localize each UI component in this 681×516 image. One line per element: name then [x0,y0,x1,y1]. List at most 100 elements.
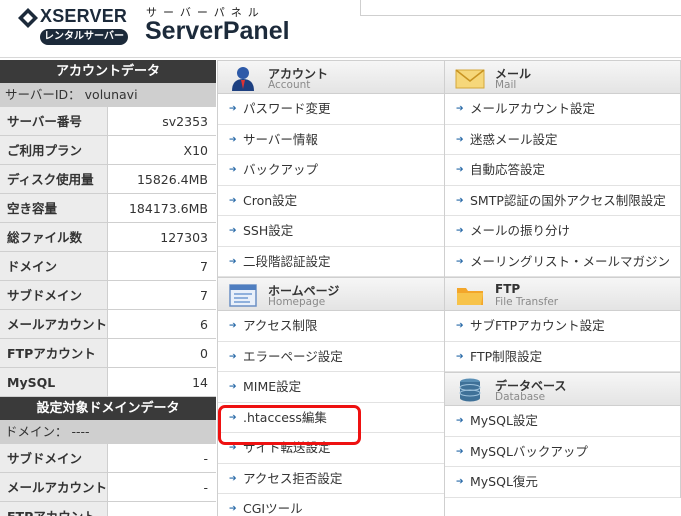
section-mail-header: メール Mail [445,60,680,94]
xserver-logo-icon [18,8,38,28]
arrow-icon: ➔ [229,473,237,484]
menu-label: CGIツール [243,501,303,516]
menu-label: パスワード変更 [243,101,331,116]
arrow-icon: ➔ [229,165,237,175]
row-value: sv2353 [108,107,216,135]
row-label: MySQL [0,368,108,396]
menu-label: Cron設定 [243,192,298,208]
menu-mysql-backup[interactable]: ➔ MySQLバックアップ [445,436,680,467]
section-account-header: アカウント Account [218,60,444,94]
menu-cron[interactable]: ➔ Cron設定 [218,185,444,216]
menu-label: MySQL設定 [470,413,538,428]
arrow-icon: ➔ [229,226,237,236]
menu-auto-reply[interactable]: ➔ 自動応答設定 [445,155,680,186]
row-label: サブドメイン [0,281,108,309]
menu-column-right: メール Mail ➔ メールアカウント設定 ➔ 迷惑メール設定 ➔ 自動応答設定 ➔ S… [444,60,681,498]
menu-smtp-restriction[interactable]: ➔ SMTP認証の国外アクセス制限設定 [445,185,680,216]
account-data-row: ドメイン 7 [0,252,216,281]
row-value: 184173.6MB [108,194,216,222]
menu-sub-ftp-account[interactable]: ➔ サブFTPアカウント設定 [445,311,680,342]
account-data-row: サブドメイン 7 [0,281,216,310]
section-ftp-header: FTP File Transfer [445,277,680,311]
menu-label: 迷惑メール設定 [470,131,558,147]
target-domain: ドメイン： ---- [0,420,216,444]
menu-mail-account[interactable]: ➔ メールアカウント設定 [445,94,680,125]
brand-title: ServerPanel [145,17,290,45]
menu-label: 二段階認証設定 [243,253,331,269]
menu-mail-filter[interactable]: ➔ メールの振り分け [445,216,680,247]
row-value: 0 [108,339,216,367]
menu-mysql-restore[interactable]: ➔ MySQL復元 [445,467,680,498]
menu-two-factor[interactable]: ➔ 二段階認証設定 [218,246,444,277]
arrow-icon: ➔ [456,104,464,114]
menu-label: MySQL復元 [470,474,538,489]
arrow-icon: ➔ [229,256,237,267]
menu-cgi-tools[interactable]: ➔ CGIツール [218,494,444,516]
envelope-icon [455,65,485,91]
arrow-icon: ➔ [456,165,464,175]
menu-label: MIME設定 [243,379,302,394]
menu-label: メーリングリスト・メールマガジン [470,253,671,269]
menu-error-page[interactable]: ➔ エラーページ設定 [218,341,444,372]
sidebar: アカウントデータ サーバーID： volunavi サーバー番号 sv2353 ご… [0,60,216,516]
row-value [108,502,216,516]
header: XSERVER レンタルサーバー サーバーパネル ServerPanel [0,0,681,58]
account-data-row: 総ファイル数 127303 [0,223,216,252]
section-homepage-header: ホームページ Homepage [218,277,444,311]
row-label: FTPアカウント [0,339,108,367]
row-value: 14 [108,368,216,396]
row-value: 127303 [108,223,216,251]
section-subtitle: Account [268,79,311,91]
arrow-icon: ➔ [456,416,464,426]
menu-ftp-restriction[interactable]: ➔ FTP制限設定 [445,341,680,372]
menu-spam-settings[interactable]: ➔ 迷惑メール設定 [445,124,680,155]
menu-label: アクセス拒否設定 [243,470,343,486]
htaccess-highlight-box [218,405,361,445]
user-icon [228,65,258,91]
row-label: メールアカウント [0,310,108,338]
menu-access-deny[interactable]: ➔ アクセス拒否設定 [218,463,444,494]
row-label: 空き容量 [0,194,108,222]
menu-server-info[interactable]: ➔ サーバー情報 [218,124,444,155]
row-label: サブドメイン [0,444,108,472]
arrow-icon: ➔ [456,446,464,457]
arrow-icon: ➔ [456,256,464,267]
menu-label: MySQLバックアップ [470,443,588,459]
row-label: FTPアカウント [0,502,108,516]
menu-mime[interactable]: ➔ MIME設定 [218,372,444,403]
menu-password-change[interactable]: ➔ パスワード変更 [218,94,444,125]
menu-label: サーバー情報 [243,131,318,147]
menu-label: バックアップ [243,162,319,177]
arrow-icon: ➔ [456,351,464,362]
account-data-row: MySQL 14 [0,368,216,397]
section-subtitle: Mail [495,79,517,91]
menu-ssh[interactable]: ➔ SSH設定 [218,216,444,247]
arrow-icon: ➔ [229,351,237,362]
section-database-header: データベース Database [445,372,680,406]
row-value: 15826.4MB [108,165,216,193]
xserver-logo[interactable]: XSERVER レンタルサーバー [18,6,130,46]
account-data-row: サーバー番号 sv2353 [0,107,216,136]
logo-badge: レンタルサーバー [40,29,128,45]
domain-data-row: メールアカウント - [0,473,216,502]
header-top-box [360,0,681,16]
account-data-row: 空き容量 184173.6MB [0,194,216,223]
row-value: - [108,444,216,472]
menu-label: FTP制限設定 [470,348,543,364]
menu-backup[interactable]: ➔ バックアップ [218,155,444,186]
row-value: 7 [108,281,216,309]
menu-mysql-settings[interactable]: ➔ MySQL設定 [445,406,680,437]
arrow-icon: ➔ [456,195,464,206]
row-value: 7 [108,252,216,280]
logo-word: XSERVER [40,6,128,26]
arrow-icon: ➔ [229,104,237,114]
row-label: 総ファイル数 [0,223,108,251]
menu-label: SMTP認証の国外アクセス制限設定 [470,192,666,208]
menu-label: アクセス制限 [243,318,318,333]
menu-label: SSH設定 [243,223,294,238]
menu-access-restriction[interactable]: ➔ アクセス制限 [218,311,444,342]
menu-mailing-list[interactable]: ➔ メーリングリスト・メールマガジン [445,246,680,277]
row-label: メールアカウント [0,473,108,501]
menu-column-left: アカウント Account ➔ パスワード変更 ➔ サーバー情報 ➔ バックアップ ➔… [217,60,445,516]
arrow-icon: ➔ [456,226,464,236]
